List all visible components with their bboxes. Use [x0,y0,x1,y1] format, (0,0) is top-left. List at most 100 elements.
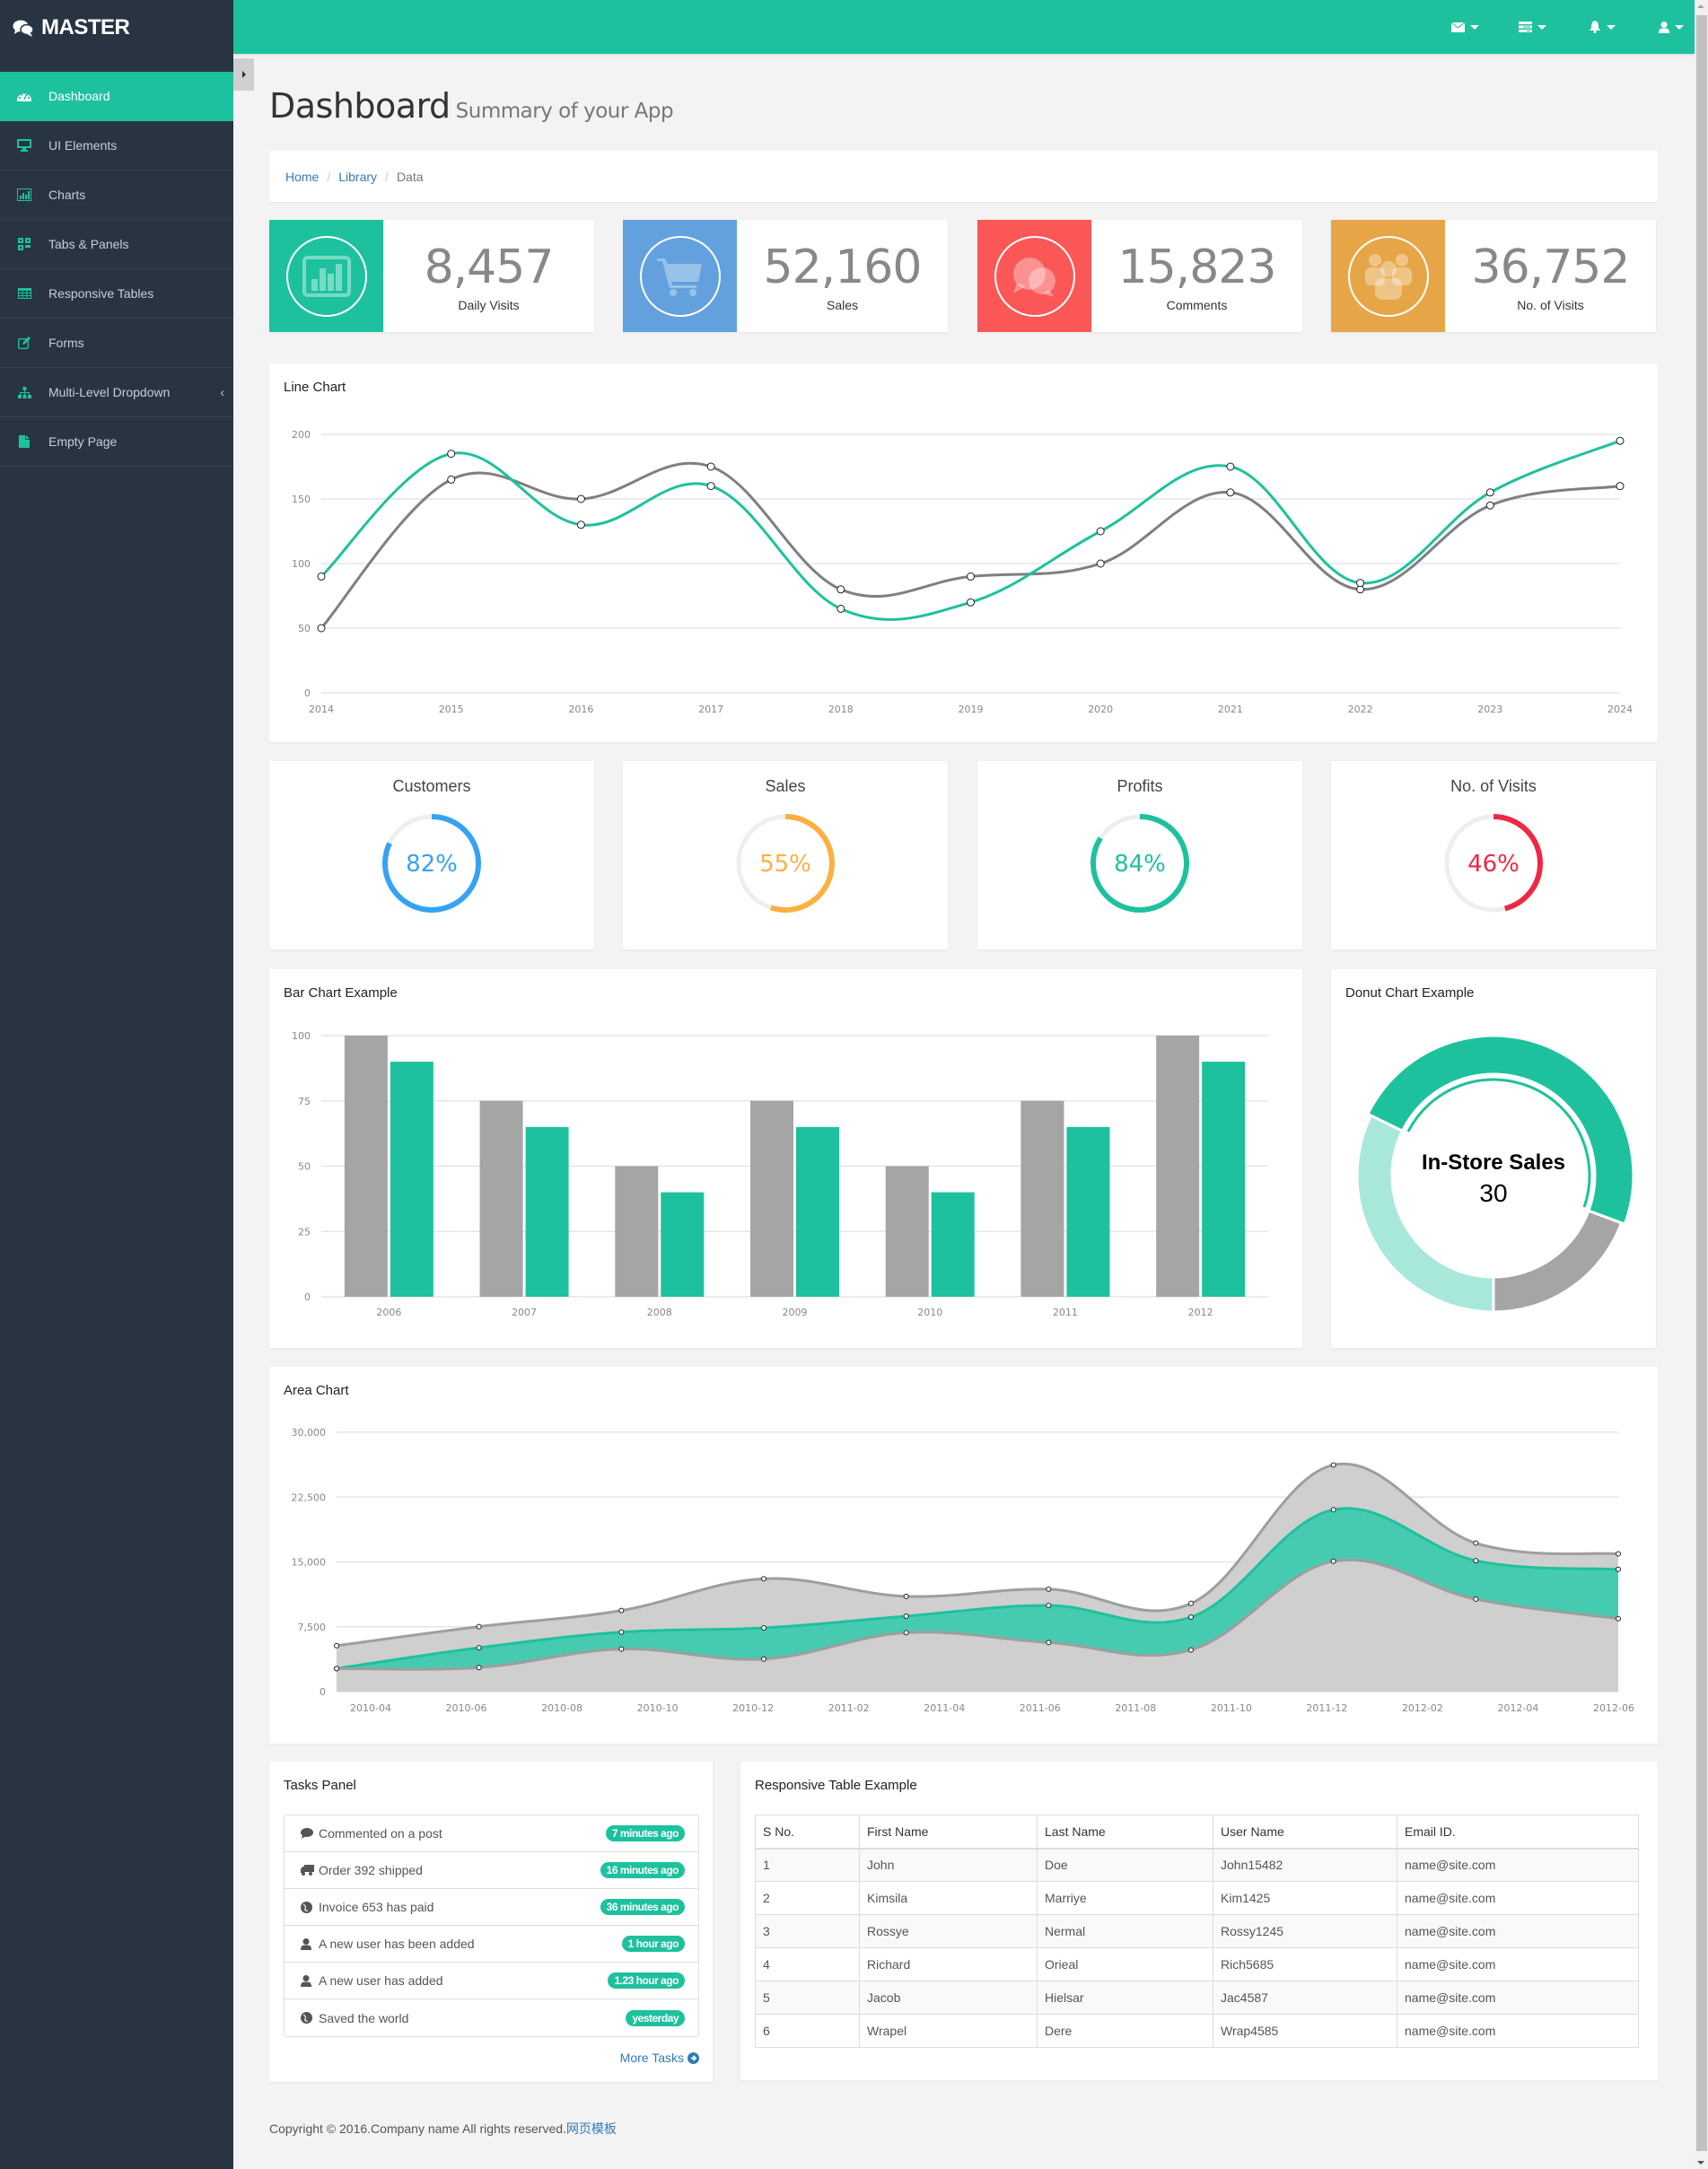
bar-chart-panel: Bar Chart Example 0 25 50 75 100 2006 2007 2008… [269,969,1302,1348]
sidebar-item-dashboard[interactable]: Dashboard [0,72,233,121]
donut-chart-panel: Donut Chart Example In-Store Sales 30 [1331,969,1656,1348]
tasks-dropdown[interactable] [1519,16,1546,38]
x-tick-label: 2006 [376,1307,401,1318]
sidebar-toggle-button[interactable] [233,58,254,91]
desktop-icon [17,139,31,152]
gauge-title: Profits [1117,777,1163,795]
x-tick-label: 2012-04 [1497,1702,1538,1714]
data-point [1356,579,1365,588]
data-point [1616,436,1625,445]
stat-icon-box [977,220,1091,332]
bar [931,1192,975,1297]
data-point [1473,1596,1479,1603]
alerts-dropdown[interactable] [1589,16,1616,38]
sidebar-item-empty-page[interactable]: Empty Page [0,417,233,467]
caret-right-icon [241,71,246,78]
data-point [1485,488,1494,497]
x-tick-label: 2010-08 [541,1702,582,1714]
user-icon [1659,21,1669,33]
data-point [576,520,585,529]
y-tick-label: 200 [292,429,311,441]
column-header[interactable]: User Name [1213,1815,1397,1850]
table-cell: name@site.com [1397,1947,1639,1981]
column-header[interactable]: S No. [755,1815,860,1850]
table-row[interactable]: 6 Wrapel Dere Wrap4585 name@site.com [755,2014,1639,2048]
table-row[interactable]: 4 Richard Orieal Rich5685 name@site.com [755,1947,1639,1981]
gauge-value: 84% [1114,851,1166,878]
sidebar-item-responsive-tables[interactable]: Responsive Tables [0,269,233,319]
table-cell: Rich5685 [1213,1947,1397,1981]
sidebar-item-label: Dashboard [48,89,110,103]
table-cell: 6 [755,2014,860,2048]
table-row[interactable]: 2 Kimsila Marriye Kim1425 name@site.com [755,1881,1639,1915]
stat-card-sales: 52,160 Sales [623,220,948,332]
breadcrumb-library[interactable]: Library [338,170,377,184]
task-item[interactable]: Saved the world yesterday [285,1999,698,2036]
task-time-badge: 36 minutes ago [600,1899,685,1915]
task-item[interactable]: Invoice 653 has paid 36 minutes ago [285,1889,698,1926]
data-point [317,572,326,581]
messages-dropdown[interactable] [1451,16,1479,38]
table-row[interactable]: 1 John Doe John15482 name@site.com [755,1848,1639,1882]
tasks-panel: Tasks Panel Commented on a post 7 minutes… [269,1762,713,2082]
sidebar-item-ui-elements[interactable]: UI Elements [0,121,233,171]
sidebar-item-charts[interactable]: Charts [0,171,233,220]
x-tick-label: 2010-12 [732,1702,774,1714]
y-tick-label: 0 [304,1291,311,1303]
table-row[interactable]: 5 Jacob Hielsar Jac4587 name@site.com [755,1981,1639,2015]
donut-chart: In-Store Sales 30 [1355,1034,1635,1314]
table-cell: 2 [755,1881,860,1915]
bar-chart: 0 25 50 75 100 2006 2007 2008 2009 2010 2011 2012 [292,1030,1268,1318]
user-dropdown[interactable] [1659,16,1684,38]
sidebar-item-multi-level-dropdown[interactable]: Multi-Level Dropdown ‹ [0,368,233,417]
data-point [1330,1462,1336,1468]
stat-icon-box [269,220,383,332]
column-header[interactable]: Last Name [1037,1815,1213,1850]
x-tick-label: 2014 [309,704,334,715]
bar [390,1062,434,1297]
task-item[interactable]: Commented on a post 7 minutes ago [285,1815,698,1852]
page-scrollbar[interactable] [1695,0,1708,2169]
stat-icon-box [623,220,737,332]
y-tick-label: 100 [292,1030,311,1042]
scrollbar-thumb[interactable] [1696,15,1707,2151]
x-tick-label: 2020 [1088,704,1113,715]
chevron-left-icon: ‹ [220,385,224,399]
area-chart-panel: Area Chart 0 7,500 15,000 22,500 30,000 2010-… [269,1367,1658,1744]
stat-card-comments: 15,823 Comments [977,220,1302,332]
scroll-up-arrow-icon[interactable] [1697,4,1704,8]
column-header[interactable]: First Name [859,1815,1038,1850]
column-header[interactable]: Email ID. [1397,1815,1639,1850]
table-cell: 3 [755,1914,860,1948]
brand-logo[interactable]: MASTER [13,11,130,45]
task-item[interactable]: A new user has been added 1 hour ago [285,1926,698,1963]
table-cell: Richard [859,1947,1038,1981]
caret-down-icon [1537,24,1546,30]
bar [661,1192,705,1297]
task-item[interactable]: Order 392 shipped 16 minutes ago [285,1852,698,1889]
y-tick-label: 15,000 [292,1557,327,1569]
table-cell: John [859,1848,1038,1882]
table-panel: Responsive Table Example S No. First Nam… [740,1762,1658,2080]
table-row[interactable]: 3 Rossye Nermal Rossy1245 name@site.com [755,1914,1639,1948]
more-tasks-link[interactable]: More Tasks [620,2051,699,2065]
line-chart-panel: Line Chart 0 50 100 150 200 2014 2015 2016 2017 2… [269,363,1658,742]
panel-title: Area Chart [284,1383,349,1398]
x-tick-label: 2015 [439,704,464,715]
bell-icon [1590,21,1600,33]
breadcrumb-home[interactable]: Home [285,170,319,184]
sidebar-item-tabs-panels[interactable]: Tabs & Panels [0,220,233,269]
panel-title: Responsive Table Example [755,1778,917,1793]
table-cell: name@site.com [1397,1881,1639,1915]
x-tick-label: 2009 [783,1307,808,1318]
footer-link[interactable]: 网页模板 [566,2121,617,2136]
top-navbar [233,0,1695,54]
stat-value: 8,457 [424,240,555,294]
scroll-down-arrow-icon[interactable] [1697,2161,1704,2165]
table-cell: Jacob [859,1981,1038,2015]
x-tick-label: 2007 [512,1307,537,1318]
sidebar-item-label: UI Elements [48,138,118,153]
data-point [334,1642,339,1649]
task-item[interactable]: A new user has added 1.23 hour ago [285,1963,698,1999]
sidebar-item-forms[interactable]: Forms [0,319,233,368]
